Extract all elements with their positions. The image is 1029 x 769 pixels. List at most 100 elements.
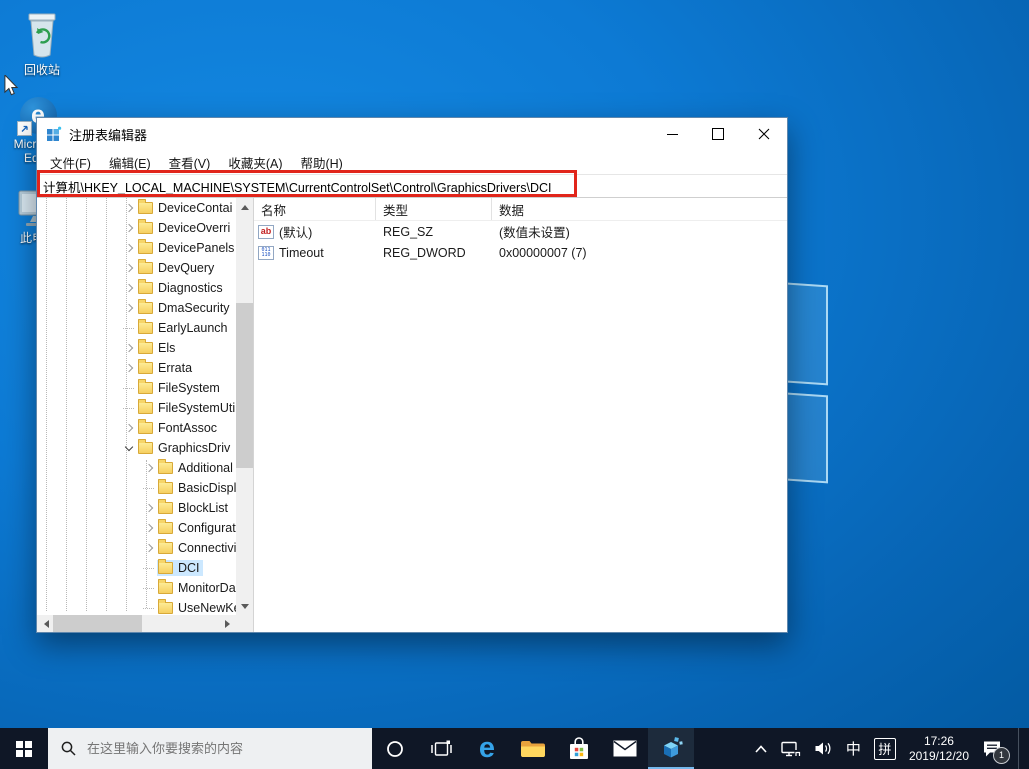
start-icon xyxy=(16,740,32,757)
tree-item-basicdispl[interactable]: BasicDispl xyxy=(37,478,236,498)
tree-vertical-scrollbar[interactable] xyxy=(236,198,253,615)
ime-language-indicator[interactable]: 中 xyxy=(846,738,861,759)
chevron-right-icon[interactable] xyxy=(143,501,157,515)
tray-chevron-up-icon[interactable] xyxy=(754,744,768,753)
chevron-right-icon[interactable] xyxy=(123,201,137,215)
value-data: 0x00000007 (7) xyxy=(499,245,587,260)
close-button[interactable] xyxy=(741,118,787,150)
scroll-left-arrow[interactable] xyxy=(37,615,54,632)
desktop: 回收站 e Microsoft Edge 此电脑 注册表编辑器 xyxy=(0,0,1029,769)
tree-item-deviceoverri[interactable]: DeviceOverri xyxy=(37,218,236,238)
search-input[interactable] xyxy=(85,740,359,757)
store-button[interactable] xyxy=(556,728,602,769)
chevron-right-icon[interactable] xyxy=(143,541,157,555)
desktop-icon-recycle-bin[interactable]: 回收站 xyxy=(4,8,80,77)
tree-item-earlylaunch[interactable]: EarlyLaunch xyxy=(37,318,236,338)
tree-item-usenewke[interactable]: UseNewKe xyxy=(37,598,236,615)
tree-item-label: Els xyxy=(158,341,176,355)
cortana-button[interactable] xyxy=(372,728,418,769)
scroll-down-arrow[interactable] xyxy=(236,598,253,615)
action-center-button[interactable]: 1 xyxy=(982,740,1010,764)
tree-item-diagnostics[interactable]: Diagnostics xyxy=(37,278,236,298)
taskbar-search-box[interactable] xyxy=(48,728,372,769)
folder-icon xyxy=(158,579,173,594)
tree-item-dmasecurity[interactable]: DmaSecurity xyxy=(37,298,236,318)
tree-item-blocklist[interactable]: BlockList xyxy=(37,498,236,518)
tree-item-configurat[interactable]: Configurat xyxy=(37,518,236,538)
tree-horizontal-scrollbar[interactable] xyxy=(37,615,236,632)
tree-item-label: FileSystemUti xyxy=(158,401,236,415)
tree-item-label: DevicePanels xyxy=(158,241,235,255)
tree-item-els[interactable]: Els xyxy=(37,338,236,358)
edge-taskbar-button[interactable]: e xyxy=(464,728,510,769)
chevron-right-icon[interactable] xyxy=(123,341,137,355)
edge-taskbar-icon: e xyxy=(478,732,496,764)
menu-edit[interactable]: 编辑(E) xyxy=(100,150,160,175)
menu-view[interactable]: 查看(V) xyxy=(160,150,220,175)
column-header-type[interactable]: 类型 xyxy=(376,198,492,220)
file-explorer-button[interactable] xyxy=(510,728,556,769)
tray-clock[interactable]: 17:26 2019/12/20 xyxy=(909,734,969,764)
chevron-right-icon[interactable] xyxy=(123,221,137,235)
mouse-cursor xyxy=(4,75,19,96)
tree-item-filesystemuti[interactable]: FileSystemUti xyxy=(37,398,236,418)
tree-connector xyxy=(143,601,157,615)
chevron-right-icon[interactable] xyxy=(123,241,137,255)
address-bar[interactable]: 计算机\HKEY_LOCAL_MACHINE\SYSTEM\CurrentCon… xyxy=(37,174,787,198)
chevron-right-icon[interactable] xyxy=(123,361,137,375)
registry-editor-window: 注册表编辑器 文件(F) 编辑(E) 查看(V) 收藏夹(A) 帮助(H) 计算… xyxy=(36,117,788,633)
chevron-down-icon[interactable] xyxy=(123,441,137,455)
task-view-button[interactable] xyxy=(418,728,464,769)
tree-item-additional[interactable]: Additional xyxy=(37,458,236,478)
regedit-taskbar-button[interactable] xyxy=(648,728,694,769)
value-row-timeout[interactable]: Timeout REG_DWORD 0x00000007 (7) xyxy=(254,242,787,263)
tree-item-fontassoc[interactable]: FontAssoc xyxy=(37,418,236,438)
tree-item-devquery[interactable]: DevQuery xyxy=(37,258,236,278)
chevron-right-icon[interactable] xyxy=(123,281,137,295)
window-title: 注册表编辑器 xyxy=(69,127,148,143)
minimize-button[interactable] xyxy=(649,118,695,150)
column-header-name[interactable]: 名称 xyxy=(254,198,376,220)
tree-item-errata[interactable]: Errata xyxy=(37,358,236,378)
maximize-button[interactable] xyxy=(695,118,741,150)
network-icon[interactable] xyxy=(781,741,801,757)
tree-connector xyxy=(143,581,157,595)
scroll-up-arrow[interactable] xyxy=(236,198,253,215)
scroll-right-arrow[interactable] xyxy=(219,615,236,632)
tree-item-devicepanels[interactable]: DevicePanels xyxy=(37,238,236,258)
title-bar[interactable]: 注册表编辑器 xyxy=(37,118,787,150)
chevron-right-icon[interactable] xyxy=(123,301,137,315)
folder-icon xyxy=(158,559,173,574)
tree-item-filesystem[interactable]: FileSystem xyxy=(37,378,236,398)
registry-values-panel: 名称 类型 数据 (默认) REG_SZ (数值未设置) Timeout REG… xyxy=(254,198,787,632)
tree-item-graphicsdrivers[interactable]: GraphicsDriv xyxy=(37,438,236,458)
value-row-default[interactable]: (默认) REG_SZ (数值未设置) xyxy=(254,221,787,242)
store-icon xyxy=(570,736,588,759)
menu-favorites[interactable]: 收藏夹(A) xyxy=(219,150,291,175)
chevron-right-icon[interactable] xyxy=(143,461,157,475)
tree-item-dci[interactable]: DCI xyxy=(37,558,236,578)
address-path: 计算机\HKEY_LOCAL_MACHINE\SYSTEM\CurrentCon… xyxy=(43,180,552,195)
mail-button[interactable] xyxy=(602,728,648,769)
chevron-right-icon[interactable] xyxy=(123,261,137,275)
scrollbar-corner xyxy=(236,615,253,632)
start-button[interactable] xyxy=(0,728,48,769)
tree-item-devicecontai[interactable]: DeviceContai xyxy=(37,198,236,218)
tree-item-connectivi[interactable]: Connectivi xyxy=(37,538,236,558)
horizontal-scrollbar-thumb[interactable] xyxy=(53,615,142,632)
chevron-right-icon[interactable] xyxy=(143,521,157,535)
menu-help[interactable]: 帮助(H) xyxy=(291,150,351,175)
chevron-right-icon[interactable] xyxy=(123,421,137,435)
tree-rows: DeviceContai DeviceOverri DevicePanels D… xyxy=(37,198,236,615)
tree-item-monitorda[interactable]: MonitorDa xyxy=(37,578,236,598)
vertical-scrollbar-thumb[interactable] xyxy=(236,303,253,468)
folder-icon xyxy=(138,319,153,334)
column-header-data[interactable]: 数据 xyxy=(492,198,787,220)
show-desktop-button[interactable] xyxy=(1018,728,1019,769)
menu-file[interactable]: 文件(F) xyxy=(41,150,100,175)
volume-icon[interactable] xyxy=(814,741,833,756)
folder-icon xyxy=(138,259,153,274)
file-explorer-icon xyxy=(521,740,545,757)
search-icon xyxy=(61,741,76,756)
ime-mode-indicator[interactable]: 拼 xyxy=(873,737,896,760)
